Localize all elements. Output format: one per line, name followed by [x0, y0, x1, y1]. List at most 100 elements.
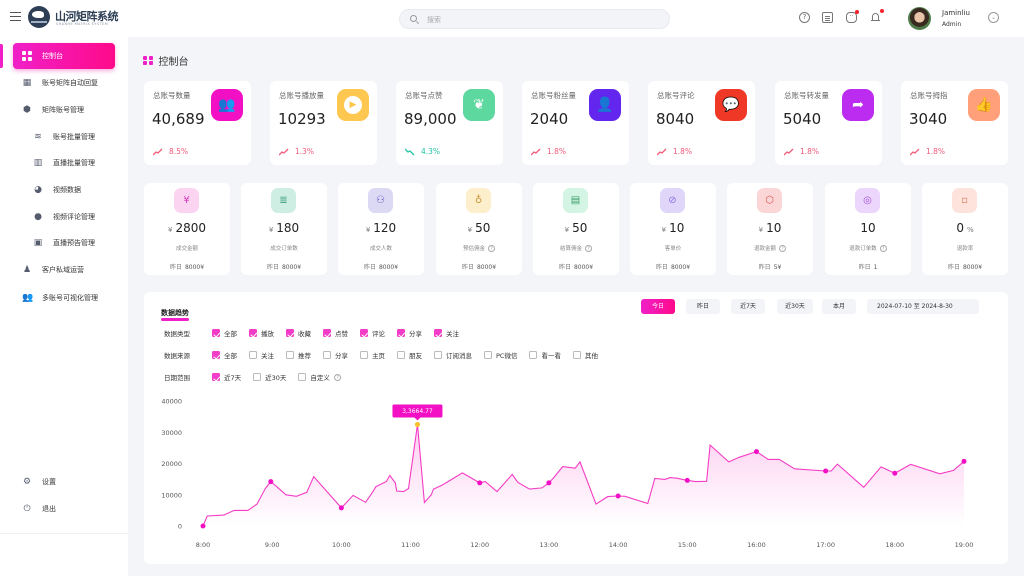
notification-dot — [880, 9, 884, 13]
yesterday-label: 昨日 — [169, 264, 182, 271]
sidebar-item-settings[interactable]: ⚙ 设置 — [13, 469, 115, 495]
currency-symbol: ¥ — [564, 226, 570, 234]
stat-card[interactable]: 总账号点赞 89,000 ❦ 4.3% — [396, 81, 503, 165]
metric-card[interactable]: ⚇ ¥120 成交人数 昨日 8000¥ — [338, 183, 424, 275]
share-arrow-icon: ➦ — [842, 89, 874, 121]
metric-label-row: 退款金额? — [727, 244, 813, 252]
dashboard-icon — [143, 55, 153, 66]
help-icon[interactable]: ? — [488, 245, 495, 252]
date-range-picker[interactable]: 2024-07-10 至 2024-8-30 — [867, 299, 979, 314]
tulip-icon: ❦ — [463, 89, 495, 121]
trend-up-icon — [910, 148, 920, 155]
yesterday-value: 8000¥ — [281, 264, 302, 271]
sidebar-item-logout[interactable]: ⏻ 退出 — [13, 496, 115, 522]
help-icon[interactable]: ? — [799, 12, 810, 23]
x-tick-label: 19:00 — [955, 541, 974, 549]
help-icon[interactable]: ? — [585, 245, 592, 252]
stat-card[interactable]: 总账号粉丝量 2040 👤 1.8% — [522, 81, 629, 165]
x-tick-label: 14:00 — [609, 541, 628, 549]
data-point-marker — [684, 477, 690, 483]
chevron-down-icon[interactable]: ⌄ — [988, 12, 999, 23]
metric-value-row: ¥10 — [630, 221, 716, 235]
range-button[interactable]: 近30天 — [777, 299, 813, 314]
metric-card[interactable]: ⊘ ¥10 客单价 昨日 8000¥ — [630, 183, 716, 275]
sidebar-item-private-domain[interactable]: ♟ 客户私域运营 — [13, 257, 115, 283]
stat-trend-value: 1.3% — [295, 147, 315, 156]
refund-hex-icon: ⬡ — [757, 188, 782, 213]
search-icon — [410, 15, 417, 22]
range-button[interactable]: 今日 — [641, 299, 675, 314]
avatar[interactable] — [908, 7, 931, 30]
sidebar-item-matrix-accounts[interactable]: ⬢ 矩阵账号管理 — [13, 97, 115, 123]
data-point-marker — [200, 523, 206, 529]
stat-label: 总账号转发量 — [784, 91, 829, 100]
message-icon[interactable]: ·· — [846, 10, 859, 23]
dashboard-icon — [22, 51, 32, 61]
search-input[interactable]: 搜索 — [399, 9, 670, 29]
pie-chart-icon: ◕ — [34, 185, 42, 195]
range-button[interactable]: 近7天 — [731, 299, 765, 314]
yesterday-value: 5¥ — [773, 264, 782, 271]
trend-up-icon — [153, 148, 163, 155]
help-icon[interactable]: ? — [879, 245, 887, 252]
metric-value: 50 — [572, 221, 588, 235]
bell-icon[interactable] — [870, 9, 884, 23]
sidebar-item-video-comments[interactable]: ● 视频评论管理 — [13, 204, 115, 230]
price-tag-icon: ⊘ — [660, 188, 685, 213]
stat-card[interactable]: 总账号播放量 10293 ▶ 1.3% — [270, 81, 377, 165]
sidebar-item-multi-account[interactable]: 👥 多账号可视化管理 — [13, 285, 115, 311]
x-tick-label: 16:00 — [747, 541, 766, 549]
data-point-marker — [546, 480, 552, 486]
yesterday-label: 昨日 — [858, 264, 871, 271]
stat-label: 总账号播放量 — [279, 91, 324, 100]
metric-yesterday: 昨日 1 — [825, 262, 911, 271]
x-tick-label: 18:00 — [885, 541, 904, 549]
menu-toggle-icon[interactable] — [10, 12, 21, 22]
sidebar-item-label: 视频评论管理 — [53, 213, 95, 221]
range-button[interactable]: 昨日 — [686, 299, 720, 314]
stat-card[interactable]: 总账号评论 8040 💬 1.8% — [648, 81, 755, 165]
range-button[interactable]: 本月 — [822, 299, 856, 314]
sidebar-item-label: 直播预告管理 — [53, 239, 95, 247]
stat-card[interactable]: 总账号拇指 3040 👍 1.8% — [901, 81, 1008, 165]
sidebar-divider — [0, 533, 128, 534]
yesterday-label: 昨日 — [363, 264, 376, 271]
play-icon: ▶ — [337, 89, 369, 121]
sidebar-item-video-data[interactable]: ◕ 视频数据 — [13, 177, 115, 203]
sidebar-item-label: 矩阵账号管理 — [42, 106, 84, 114]
sidebar-item-live-preview[interactable]: ▣ 直播预告管理 — [13, 230, 115, 256]
metric-suffix: % — [966, 226, 974, 234]
metric-card[interactable]: ▤ ¥50 结算佣金? 昨日 8000¥ — [533, 183, 619, 275]
metric-card[interactable]: ⬡ ¥10 退款金额? 昨日 5¥ — [727, 183, 813, 275]
sidebar-item-label: 直播批量管理 — [53, 159, 95, 167]
chat-bubble-icon: 💬 — [715, 89, 747, 121]
yesterday-label: 昨日 — [266, 264, 279, 271]
live-batch-icon: ▥ — [33, 158, 43, 168]
stat-value: 10293 — [278, 110, 326, 128]
stat-card[interactable]: 总账号数量 40,689 👥 8.5% — [144, 81, 251, 165]
clipboard-icon[interactable] — [822, 12, 833, 23]
metric-card[interactable]: ≣ ¥180 成交订单数 昨日 8000¥ — [241, 183, 327, 275]
metric-card[interactable]: ◎ 10 退款订单数? 昨日 1 — [825, 183, 911, 275]
yesterday-label: 昨日 — [758, 264, 771, 271]
user-role: Admin — [942, 21, 962, 28]
sidebar-item-account-batch[interactable]: ≋ 账号批量管理 — [13, 124, 115, 150]
help-icon[interactable]: ? — [779, 245, 786, 252]
metric-value: 10 — [669, 221, 685, 235]
metric-card[interactable]: ▫ 0% 退款率 昨日 8000¥ — [922, 183, 1008, 275]
metric-yesterday: 昨日 8000¥ — [436, 262, 522, 271]
trend-chart: 0 10000 20000 30000 40000 8:00 9:00 10:00 11:00 1… — [161, 398, 974, 550]
stat-value: 3040 — [909, 110, 948, 128]
tooltip-label: 3,3664.77 — [402, 408, 433, 415]
metric-label-row: 退款订单数? — [825, 244, 911, 252]
metric-card[interactable]: ¥ ¥2800 成交金额 昨日 8000¥ — [144, 183, 230, 275]
data-point-marker — [268, 479, 274, 485]
metric-card[interactable]: ♁ ¥50 预估佣金? 昨日 8000¥ — [436, 183, 522, 275]
sidebar-item-dashboard[interactable]: 控制台 — [13, 43, 115, 69]
sidebar-item-auto-reply[interactable]: ▦ 账号矩阵自动回复 — [13, 70, 115, 96]
stat-card[interactable]: 总账号转发量 5040 ➦ 1.8% — [775, 81, 882, 165]
y-tick-label: 20000 — [161, 460, 182, 468]
sidebar-item-live-batch[interactable]: ▥ 直播批量管理 — [13, 150, 115, 176]
search-placeholder: 搜索 — [427, 16, 441, 24]
metric-label-row: 预估佣金? — [436, 244, 522, 252]
